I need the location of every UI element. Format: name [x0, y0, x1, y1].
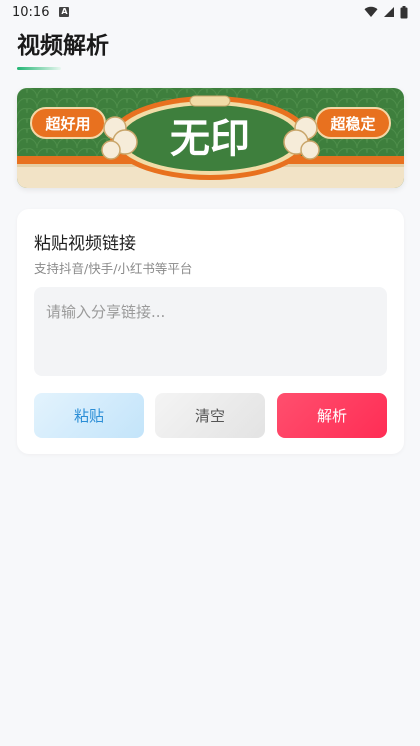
battery-icon — [400, 5, 408, 18]
page-title: 视频解析 — [17, 33, 109, 59]
signal-icon — [384, 7, 394, 17]
clear-button[interactable]: 清空 — [155, 393, 265, 438]
banner-art: 超好用 超稳定 无印 — [17, 88, 404, 188]
parse-button[interactable]: 解析 — [277, 393, 387, 438]
parse-card: 粘贴视频链接 支持抖音/快手/小红书等平台 粘贴 清空 解析 — [17, 209, 404, 454]
banner-right-tag: 超稳定 — [329, 115, 375, 133]
banner-left-tag: 超好用 — [44, 115, 90, 133]
paste-button[interactable]: 粘贴 — [34, 393, 144, 438]
status-icons — [364, 5, 408, 19]
status-bar: 10:16 A — [0, 0, 420, 24]
promo-banner[interactable]: 超好用 超稳定 无印 — [17, 88, 404, 188]
status-time: 10:16 — [12, 4, 50, 20]
title-underline — [17, 67, 61, 70]
banner-center-text: 无印 — [170, 115, 250, 162]
wifi-icon — [364, 6, 378, 18]
link-input[interactable] — [34, 287, 387, 376]
card-subtitle: 支持抖音/快手/小红书等平台 — [34, 261, 193, 276]
notification-icon: A — [59, 7, 70, 17]
card-title: 粘贴视频链接 — [34, 234, 136, 254]
